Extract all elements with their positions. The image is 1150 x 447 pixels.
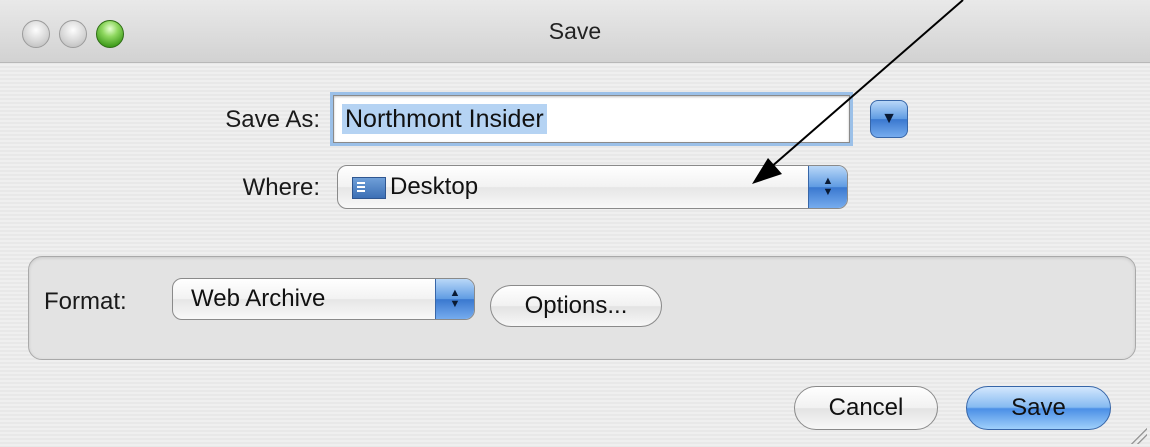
triangle-down-icon: ▼ [881,110,897,127]
updown-arrows-icon: ▲ ▼ [449,287,461,310]
save-as-label: Save As: [225,106,320,133]
format-value: Web Archive [191,285,326,312]
save-as-value: Northmont Insider [342,104,547,134]
format-popup[interactable]: Web Archive ▲ ▼ [172,278,475,320]
format-popup-arrows: ▲ ▼ [435,279,474,319]
save-as-input[interactable]: Northmont Insider [330,92,853,146]
expand-dialog-button[interactable]: ▼ [870,100,908,138]
save-dialog: Save Save As: Northmont Insider ▼ Where:… [0,0,1150,447]
options-button[interactable]: Options... [490,285,662,327]
resize-grip-icon[interactable] [1129,426,1147,444]
save-button[interactable]: Save [966,386,1111,430]
format-label: Format: [44,288,127,315]
desktop-folder-icon [352,177,386,199]
window-title: Save [548,18,602,44]
where-label: Where: [242,174,320,201]
cancel-button[interactable]: Cancel [794,386,938,430]
where-value: Desktop [390,173,479,200]
title-bar[interactable]: Save [0,0,1150,63]
updown-arrows-icon: ▲ ▼ [822,175,834,198]
where-popup-arrows: ▲ ▼ [808,166,847,208]
where-popup[interactable]: Desktop ▲ ▼ [337,165,848,209]
